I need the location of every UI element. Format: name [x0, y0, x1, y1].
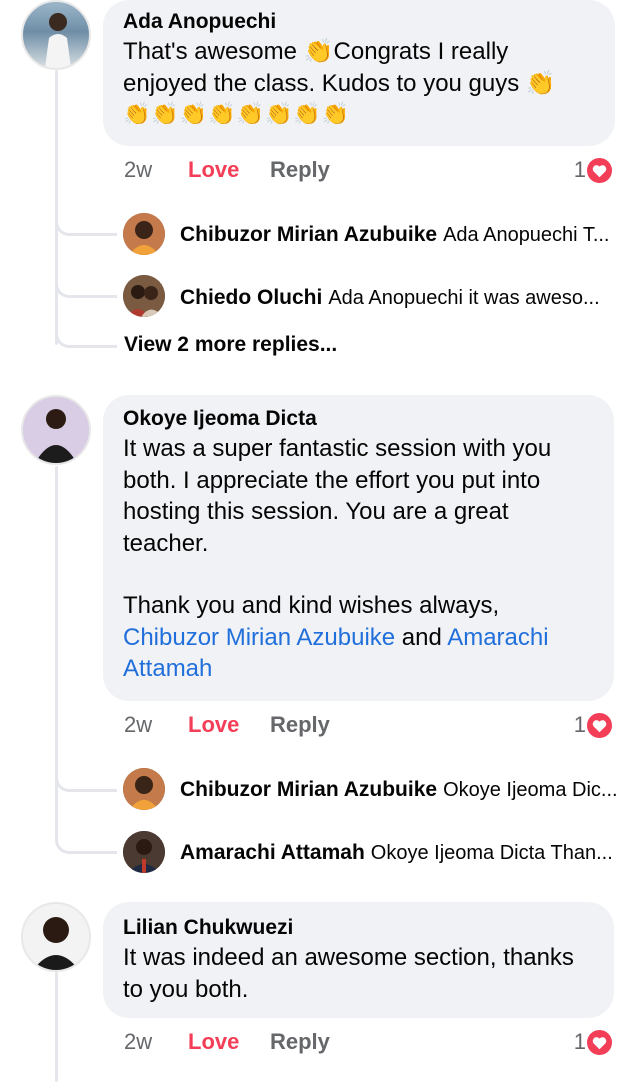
thread-line [55, 70, 58, 345]
mention-link[interactable]: Chibuzor Mirian Azubuike [123, 624, 395, 651]
comment-bubble: Lilian Chukwuezi It was indeed an awesom… [103, 902, 614, 1018]
reply-preview[interactable]: Chiedo Oluchi Ada Anopuechi it was aweso.… [180, 283, 620, 313]
comment-timestamp: 2w [124, 157, 153, 182]
person-photo-icon [123, 275, 165, 317]
comment-bubble: Ada Anopuechi That's awesome 👏Congrats I… [103, 0, 615, 146]
heart-icon[interactable] [585, 711, 614, 740]
comment-timestamp: 2w [124, 1029, 153, 1054]
heart-icon[interactable] [585, 1028, 614, 1057]
reply-snippet: Okoye Ijeoma Dic... [443, 779, 618, 801]
reply-button[interactable]: Reply [270, 1027, 330, 1057]
avatar[interactable] [21, 395, 91, 465]
avatar[interactable] [123, 213, 165, 255]
thread-branch [55, 832, 117, 854]
thread-branch [55, 770, 117, 792]
person-photo-icon [23, 397, 89, 463]
person-photo-icon [123, 831, 165, 873]
reply-author[interactable]: Amarachi Attamah [180, 841, 365, 864]
reply-preview[interactable]: Chibuzor Mirian Azubuike Ada Anopuechi T.… [180, 220, 620, 250]
thread-branch [55, 276, 117, 298]
thread-branch [55, 214, 117, 236]
reply-preview[interactable]: Amarachi Attamah Okoye Ijeoma Dicta Than.… [180, 838, 620, 868]
avatar[interactable] [123, 275, 165, 317]
reply-button[interactable]: Reply [270, 155, 330, 185]
comment-bubble: Okoye Ijeoma Dicta It was a super fantas… [103, 395, 614, 701]
comment-text-closing: Thank you and kind wishes always, [123, 592, 500, 619]
reply-button[interactable]: Reply [270, 710, 330, 740]
love-button[interactable]: Love [188, 155, 239, 185]
person-photo-icon [45, 13, 71, 68]
avatar[interactable] [21, 0, 91, 70]
person-photo-icon [123, 768, 165, 810]
comment-mentions: Chibuzor Mirian Azubuike and Amarachi At… [123, 622, 594, 685]
comment-text: That's awesome 👏Congrats I really enjoye… [123, 38, 556, 97]
comment-text: It was a super fantastic session with yo… [123, 435, 558, 557]
reply-snippet: Ada Anopuechi T... [443, 224, 610, 246]
view-more-replies-link[interactable]: View 2 more replies... [124, 331, 337, 359]
clap-emoji-row: 👏👏👏👏👏👏👏👏 [123, 101, 351, 126]
person-photo-icon [123, 213, 165, 255]
comment-actions: 2w Love Reply 1 [124, 1027, 614, 1057]
reply-author[interactable]: Chibuzor Mirian Azubuike [180, 778, 437, 801]
comment-author[interactable]: Lilian Chukwuezi [123, 914, 594, 942]
thread-line [55, 972, 58, 1082]
avatar[interactable] [123, 831, 165, 873]
comment-timestamp: 2w [124, 712, 153, 737]
reply-snippet: Ada Anopuechi it was aweso... [328, 287, 600, 309]
avatar[interactable] [21, 902, 91, 972]
reply-author[interactable]: Chibuzor Mirian Azubuike [180, 223, 437, 246]
reply-preview[interactable]: Chibuzor Mirian Azubuike Okoye Ijeoma Dic… [180, 775, 620, 805]
comment-text: It was indeed an awesome section, thanks… [123, 944, 581, 1003]
reply-author[interactable]: Chiedo Oluchi [180, 286, 322, 309]
comment-author[interactable]: Okoye Ijeoma Dicta [123, 405, 594, 433]
person-photo-icon [23, 904, 89, 970]
love-button[interactable]: Love [188, 710, 239, 740]
mention-separator: and [395, 623, 448, 651]
thread-branch [55, 326, 117, 348]
reply-snippet: Okoye Ijeoma Dicta Than... [370, 842, 613, 864]
love-button[interactable]: Love [188, 1027, 239, 1057]
avatar[interactable] [123, 768, 165, 810]
comment-actions: 2w Love Reply 1 [124, 155, 614, 185]
comment-author[interactable]: Ada Anopuechi [123, 8, 595, 36]
comment-actions: 2w Love Reply 1 [124, 710, 614, 740]
heart-icon[interactable] [585, 156, 614, 185]
